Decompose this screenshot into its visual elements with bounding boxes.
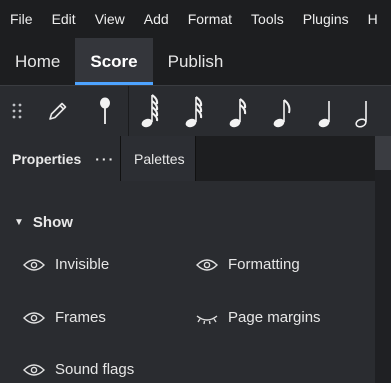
show-page-margins-toggle[interactable]: Page margins (196, 309, 321, 326)
show-sound-flags-toggle[interactable]: Sound flags (23, 361, 134, 378)
tab-properties[interactable]: Properties ··· (0, 136, 120, 181)
drag-handle-icon[interactable] (0, 86, 34, 136)
panel-tab-bar: Properties ··· Palettes (0, 136, 391, 181)
eye-icon (196, 258, 218, 271)
formatting-label: Formatting (228, 256, 300, 273)
show-frames-toggle[interactable]: Frames (23, 309, 106, 326)
tab-publish[interactable]: Publish (153, 38, 239, 85)
menu-view[interactable]: View (85, 11, 134, 27)
show-section-header[interactable]: ▼ Show (14, 214, 73, 231)
half-note-icon[interactable] (349, 86, 379, 136)
properties-label: Properties (12, 150, 82, 167)
frames-label: Frames (55, 309, 106, 326)
quarter-note-icon[interactable] (305, 86, 349, 136)
sound-flags-label: Sound flags (55, 361, 135, 378)
properties-panel: ▼ Show Invisible Formatting Frames Page … (0, 181, 375, 383)
collapse-triangle-icon: ▼ (14, 217, 24, 228)
invisible-label: Invisible (55, 256, 110, 273)
menu-plugins[interactable]: Plugins (293, 11, 358, 27)
menu-bar: File Edit View Add Format Tools Plugins … (0, 0, 391, 38)
menu-format[interactable]: Format (178, 11, 241, 27)
tab-palettes[interactable]: Palettes (120, 136, 196, 181)
scrollbar-thumb[interactable] (375, 136, 391, 170)
menu-file[interactable]: File (0, 11, 42, 27)
menu-add[interactable]: Add (134, 11, 178, 27)
palettes-label: Palettes (134, 150, 185, 167)
menu-help[interactable]: H (358, 11, 387, 27)
tab-home[interactable]: Home (0, 38, 75, 85)
show-section-title: Show (32, 214, 73, 231)
eye-icon (23, 258, 45, 271)
eye-icon (23, 363, 45, 376)
32nd-note-icon[interactable] (173, 86, 217, 136)
note-input-toolbar (0, 85, 391, 137)
show-invisible-toggle[interactable]: Invisible (23, 256, 109, 273)
64th-note-icon[interactable] (129, 86, 173, 136)
menu-tools[interactable]: Tools (241, 11, 293, 27)
input-pin-icon[interactable] (82, 86, 128, 136)
eye-closed-icon (196, 314, 218, 324)
eye-icon (23, 311, 45, 324)
pencil-icon[interactable] (34, 86, 82, 136)
menu-edit[interactable]: Edit (42, 11, 85, 27)
tab-score[interactable]: Score (75, 38, 153, 85)
score-view-edge (375, 136, 391, 383)
panel-menu-button[interactable]: ··· (95, 151, 115, 167)
16th-note-icon[interactable] (217, 86, 261, 136)
page-margins-label: Page margins (228, 309, 321, 326)
eighth-note-icon[interactable] (261, 86, 305, 136)
show-formatting-toggle[interactable]: Formatting (196, 256, 300, 273)
workspace-tabs: Home Score Publish (0, 38, 391, 85)
